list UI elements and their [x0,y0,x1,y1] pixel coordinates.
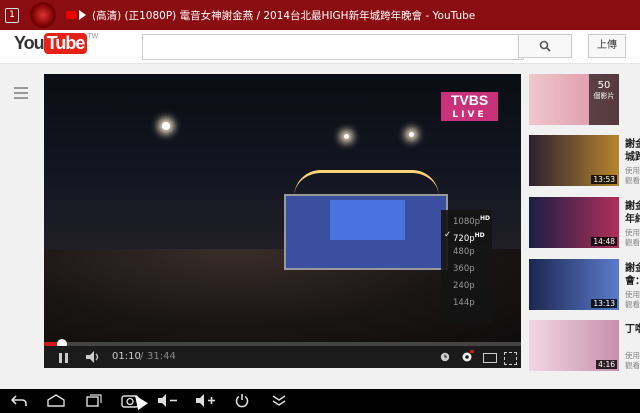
spotlight [344,134,349,139]
video-meta: 使用觀看 [625,351,640,370]
quality-label: 1080p [453,216,481,227]
time-current: 01:10 [112,351,141,362]
youtube-favicon-icon [66,11,77,19]
volume-icon[interactable] [86,351,102,363]
power-icon[interactable] [235,393,249,408]
video-meta: 使用觀看 [625,166,640,185]
play-icon [79,10,86,20]
quality-option-240p[interactable]: 240p [441,278,492,295]
quality-label: 360p [453,264,475,274]
video-duration: 14:48 [591,237,617,246]
related-video-item[interactable]: 4:16 丁噹 使用觀看 [529,320,640,372]
search-button[interactable] [518,34,572,58]
hd-badge: HD [480,215,491,222]
related-video-item[interactable]: 50 個影片 [529,74,640,126]
quality-option-360p[interactable]: 360p [441,261,492,278]
search-input[interactable] [142,34,524,60]
spotlight [162,122,170,130]
playlist-label: 個影片 [593,92,615,100]
fullscreen-icon[interactable] [504,352,517,365]
quality-label: 720p [453,233,475,244]
back-icon[interactable] [11,394,27,408]
time-separator: / [140,351,144,362]
recent-apps-icon[interactable] [86,394,102,407]
quality-option-1080p[interactable]: 1080pHD [441,210,492,227]
pause-icon-bar [65,353,68,363]
related-video-item[interactable]: 14:48 謝金年終 使用觀看 [529,197,640,249]
app-logo[interactable] [30,2,56,28]
browser-title-bar: 1 (高清) (正1080P) 電音女神謝金燕 / 2014台北最HIGH新年城… [0,0,640,30]
quality-label: 480p [453,247,475,257]
stage-center-screen [330,200,405,240]
time-total: 31:44 [147,351,176,362]
home-icon[interactable] [47,394,65,407]
playlist-badge: 50 個影片 [589,74,619,125]
video-title[interactable]: 謝金會： [625,262,640,288]
menu-icon[interactable] [271,394,287,407]
video-title[interactable]: 謝金年終 [625,200,640,226]
live-label: LIVE [452,110,487,120]
upload-button[interactable]: 上傳 [588,34,626,58]
stage-arch-lights [294,170,439,197]
video-meta: 使用觀看 [625,228,640,247]
video-frame[interactable]: TVBS LIVE 1080pHD ✓ 720pHD 480p 360p 240p… [44,74,521,342]
guide-menu-icon[interactable] [14,87,28,102]
volume-down-icon[interactable] [158,394,180,407]
hd-badge: HD [474,232,485,239]
spotlight [409,132,414,137]
quality-label: 144p [453,298,475,308]
quality-label: 240p [453,281,475,291]
volume-up-icon[interactable] [196,394,218,407]
tab-count-badge[interactable]: 1 [5,8,19,23]
video-duration: 13:13 [591,299,617,308]
quality-option-144p[interactable]: 144p [441,295,492,312]
youtube-header: You Tube TW 上傳 [0,30,640,64]
page-title: (高清) (正1080P) 電音女神謝金燕 / 2014台北最HIGH新年城跨年… [92,10,476,22]
clock-icon[interactable] [440,352,450,362]
settings-gear-icon[interactable] [460,350,474,364]
check-icon: ✓ [444,230,452,240]
youtube-logo[interactable]: You Tube TW [14,33,98,54]
logo-tube: Tube [43,33,88,54]
related-video-item[interactable]: 13:53 謝金城跨 使用觀看 [529,135,640,187]
quality-option-480p[interactable]: 480p [441,244,492,261]
pause-icon [59,353,62,363]
theater-mode-icon[interactable] [483,353,497,363]
logo-region: TW [87,33,99,40]
player-controls: 01:10 / 31:44 [44,346,521,368]
search-icon [539,40,551,52]
video-player[interactable]: TVBS LIVE 1080pHD ✓ 720pHD 480p 360p 240p… [44,74,521,368]
video-title[interactable]: 謝金城跨 [625,138,640,164]
quality-option-720p[interactable]: ✓ 720pHD [441,227,492,244]
video-duration: 13:53 [591,175,617,184]
pause-button[interactable] [58,346,72,368]
video-duration: 4:16 [596,360,617,369]
video-title[interactable]: 丁噹 [625,323,640,336]
video-meta: 使用觀看 [625,290,640,309]
playlist-count: 50 [597,80,611,91]
quality-menu: 1080pHD ✓ 720pHD 480p 360p 240p 144p [441,210,492,324]
related-video-item[interactable]: 13:13 謝金會： 使用觀看 [529,259,640,311]
system-navigation-bar [0,389,640,413]
logo-you: You [14,33,45,53]
